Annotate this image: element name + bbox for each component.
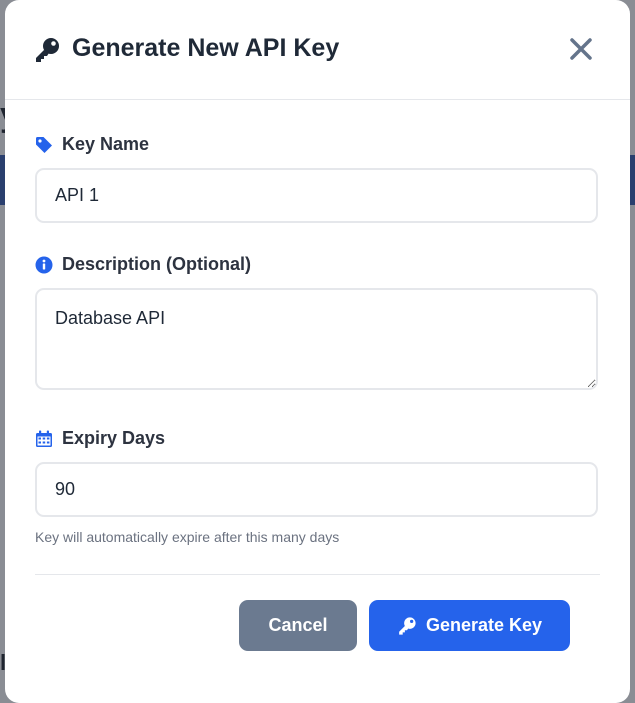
key-name-label: Key Name xyxy=(62,134,150,154)
calendar-icon xyxy=(36,430,52,447)
expiry-days-label-row: Expiry Days xyxy=(35,428,165,449)
generate-key-button-label: Generate Key xyxy=(425,615,543,635)
info-circle-icon xyxy=(35,256,53,273)
expiry-days-label: Expiry Days xyxy=(62,428,166,448)
expiry-days-input[interactable] xyxy=(35,462,598,517)
key-icon xyxy=(36,38,59,62)
description-label-row: Description (Optional) xyxy=(35,254,251,275)
footer-divider xyxy=(35,574,600,575)
description-textarea[interactable]: Database API xyxy=(35,288,598,390)
modal-header: Generate New API Key xyxy=(5,0,630,100)
tag-icon xyxy=(36,136,52,153)
key-icon xyxy=(399,616,416,635)
cancel-button-label: Cancel xyxy=(268,615,328,635)
generate-key-button[interactable]: Generate Key xyxy=(369,600,570,651)
description-label: Description (Optional) xyxy=(62,254,251,274)
cancel-button[interactable]: Cancel xyxy=(239,600,357,651)
key-name-input[interactable] xyxy=(35,168,598,223)
expiry-hint-text: Key will automatically expire after this… xyxy=(35,529,340,545)
close-icon[interactable] xyxy=(568,36,594,62)
modal-title: Generate New API Key xyxy=(72,34,340,62)
key-name-label-row: Key Name xyxy=(35,134,149,155)
generate-api-key-modal: Generate New API Key Key Name Descriptio… xyxy=(5,0,630,703)
